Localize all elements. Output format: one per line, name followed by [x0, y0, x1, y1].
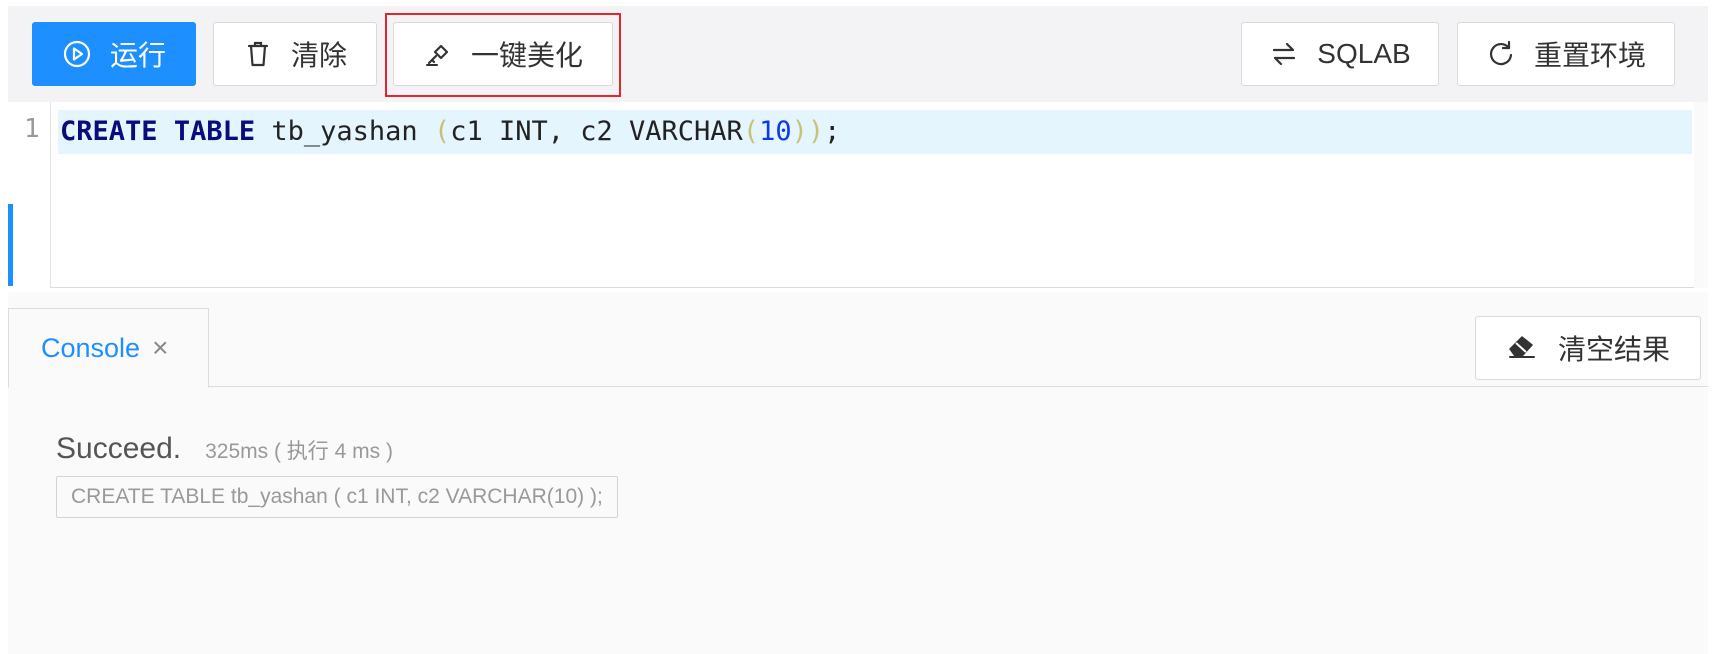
line-number-gutter: 1 — [8, 102, 51, 288]
keyword-create: CREATE — [60, 116, 158, 147]
reset-environment-button[interactable]: 重置环境 — [1457, 22, 1675, 86]
reset-label: 重置环境 — [1533, 40, 1646, 71]
result-status: Succeed. — [56, 432, 182, 465]
varchar-size: 10 — [759, 116, 792, 147]
inner-open-paren: ( — [742, 116, 760, 147]
run-button[interactable]: 运行 — [32, 22, 196, 86]
close-parens: )) — [791, 116, 825, 147]
clear-button[interactable]: 清除 — [213, 22, 377, 86]
result-timing: 325ms ( 执行 4 ms ) — [205, 440, 393, 463]
line-number: 1 — [24, 114, 40, 144]
reload-icon — [1486, 39, 1516, 69]
close-icon[interactable]: × — [152, 334, 168, 362]
tab-console-label: Console — [41, 332, 141, 363]
result-header: Succeed. 325ms ( 执行 4 ms ) — [56, 432, 618, 466]
result-entry: Succeed. 325ms ( 执行 4 ms ) CREATE TABLE … — [56, 432, 618, 518]
run-label: 运行 — [109, 40, 166, 71]
table-identifier: tb_yashan — [271, 116, 418, 147]
swap-arrows-icon — [1269, 39, 1299, 69]
results-tabs-bar: Console × 清空结果 — [8, 292, 1708, 388]
sqlab-button[interactable]: SQLAB — [1241, 22, 1439, 86]
code-line[interactable]: CREATE TABLE tb_yashan (c1 INT, c2 VARCH… — [58, 110, 1692, 154]
clear-results-label: 清空结果 — [1557, 334, 1670, 365]
statement-terminator: ; — [824, 116, 841, 147]
results-panel: Console × 清空结果 Succeed. 325ms ( 执行 4 ms … — [8, 292, 1708, 654]
play-circle-icon — [62, 39, 92, 69]
beautify-highlight-box — [385, 13, 621, 97]
keyword-table: TABLE — [173, 116, 256, 147]
open-paren: ( — [433, 116, 451, 147]
executed-sql: CREATE TABLE tb_yashan ( c1 INT, c2 VARC… — [56, 476, 618, 518]
column-definitions: c1 INT, c2 VARCHAR — [450, 116, 743, 147]
clear-results-button[interactable]: 清空结果 — [1475, 316, 1701, 380]
clear-label: 清除 — [290, 40, 347, 71]
eraser-icon — [1506, 330, 1538, 367]
editor-scrollbar[interactable] — [1694, 102, 1708, 288]
sql-editor[interactable]: 1 CREATE TABLE tb_yashan (c1 INT, c2 VAR… — [8, 102, 1708, 288]
trash-icon — [243, 39, 273, 69]
tab-console[interactable]: Console × — [8, 308, 209, 388]
toolbar: 运行 清除 一键美化 SQLAB 重置环境 — [8, 6, 1708, 102]
active-region-marker — [8, 204, 13, 286]
sqlab-label: SQLAB — [1317, 38, 1411, 69]
